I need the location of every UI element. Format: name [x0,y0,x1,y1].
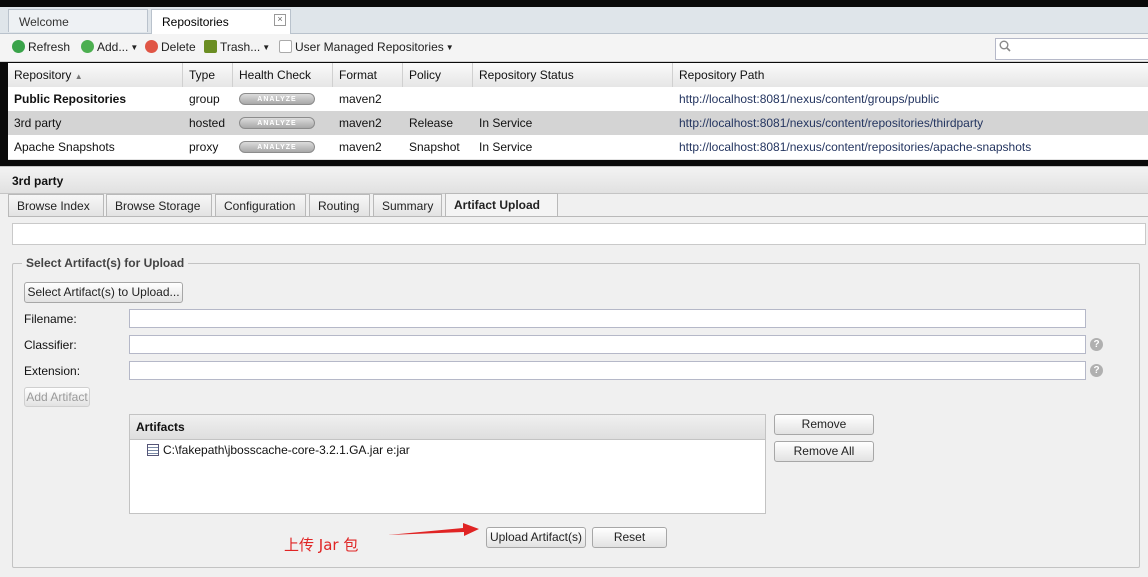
add-button[interactable]: Add... ▼ [81,40,138,54]
delete-icon [145,40,158,53]
column-header-repository-status[interactable]: Repository Status [473,63,673,87]
analyze-button[interactable]: ANALYZE [239,141,315,153]
analyze-button[interactable]: ANALYZE [239,93,315,105]
chevron-down-icon: ▼ [130,43,139,52]
column-header-repository-path[interactable]: Repository Path [673,63,1148,87]
repository-path-link[interactable]: http://localhost:8081/nexus/content/repo… [673,135,1031,159]
delete-label: Delete [161,40,196,54]
refresh-button[interactable]: Refresh [12,40,70,54]
delete-button[interactable]: Delete [145,40,196,54]
repository-format: maven2 [339,116,382,130]
tab-repositories-label: Repositories [162,15,229,29]
reset-button[interactable]: Reset [592,527,667,548]
repository-policy [403,87,409,111]
classifier-label: Classifier: [24,338,77,352]
search-icon [999,40,1011,52]
extension-field[interactable] [129,361,1086,380]
upload-artifacts-button[interactable]: Upload Artifact(s) [486,527,586,548]
remove-button[interactable]: Remove [774,414,874,435]
column-header-type[interactable]: Type [183,63,233,87]
refresh-label: Refresh [28,40,71,54]
repository-path-link[interactable]: http://localhost:8081/nexus/content/repo… [673,111,983,135]
repository-name: Public Repositories [14,92,127,106]
repository-type: hosted [189,116,226,130]
help-icon[interactable]: ? [1090,338,1103,351]
repository-name: Apache Snapshots [14,140,115,154]
table-row[interactable]: Public Repositories group ANALYZE maven2… [8,87,1148,112]
file-icon [147,444,159,456]
classifier-field[interactable] [129,335,1086,354]
chevron-down-icon: ▼ [262,43,271,52]
repository-icon [279,40,292,53]
trash-label: Trash... [220,40,261,54]
tab-repositories[interactable]: Repositories × [151,9,291,34]
table-row[interactable]: Apache Snapshots proxy ANALYZE maven2 Sn… [8,135,1148,160]
add-label: Add... [97,40,129,54]
column-header-repository[interactable]: Repository ▲ [8,63,183,87]
tab-summary[interactable]: Summary [373,194,442,216]
artifacts-list-panel: Artifacts C:\fakepath\jbosscache-core-3.… [129,414,766,514]
table-row[interactable]: 3rd party hosted ANALYZE maven2 Release … [8,111,1148,136]
repository-policy: Snapshot [409,140,460,154]
tab-configuration[interactable]: Configuration [215,194,306,216]
refresh-icon [12,40,25,53]
top-tab-bar: Welcome Repositories × [0,7,1148,34]
repository-type: proxy [189,140,219,154]
close-icon[interactable]: × [274,14,286,26]
repository-format: maven2 [339,92,382,106]
repository-policy: Release [409,116,454,130]
artifacts-header: Artifacts [130,415,765,440]
annotation-arrow-icon [388,523,479,536]
add-icon [81,40,94,53]
column-header-policy[interactable]: Policy [403,63,473,87]
list-item[interactable]: C:\fakepath\jbosscache-core-3.2.1.GA.jar… [147,443,410,457]
grid-header: Repository ▲ Type Health Check Format Po… [8,63,1148,88]
chevron-down-icon: ▼ [445,43,454,52]
artifacts-title: Artifacts [136,420,185,434]
upload-fieldset-legend: Select Artifact(s) for Upload [22,256,189,270]
detail-title-bar: 3rd party [0,166,1148,194]
trash-icon [204,40,217,53]
info-bar [12,223,1146,245]
annotation-text: 上传 Jar 包 [284,536,359,554]
repository-status: In Service [479,140,533,154]
column-header-format[interactable]: Format [333,63,403,87]
repository-toolbar: Refresh Add... ▼ Delete Trash... ▼ User Ma… [0,34,1148,62]
repository-grid: Repository ▲ Type Health Check Format Po… [8,63,1148,160]
detail-title: 3rd party [12,174,64,188]
repository-path-link[interactable]: http://localhost:8081/nexus/content/grou… [673,87,939,111]
tab-artifact-upload[interactable]: Artifact Upload [445,193,558,217]
artifact-path: C:\fakepath\jbosscache-core-3.2.1.GA.jar… [163,443,410,457]
repository-name: 3rd party [14,116,62,130]
repository-format: maven2 [339,140,382,154]
tab-routing[interactable]: Routing [309,194,370,216]
tab-welcome-label: Welcome [19,15,69,29]
user-managed-label: User Managed Repositories [295,40,444,54]
extension-label: Extension: [24,364,81,378]
help-icon[interactable]: ? [1090,364,1103,377]
user-managed-repositories-menu[interactable]: User Managed Repositories ▼ [279,40,454,54]
column-header-health-check[interactable]: Health Check [233,63,333,87]
remove-all-button[interactable]: Remove All [774,441,874,462]
add-artifact-button[interactable]: Add Artifact [24,387,90,407]
select-artifacts-button[interactable]: Select Artifact(s) to Upload... [24,282,183,303]
search-input[interactable] [995,38,1148,60]
repository-status [473,87,479,111]
filename-field[interactable] [129,309,1086,328]
repository-status: In Service [479,116,533,130]
repository-detail-panel: 3rd party Browse Index Browse Storage Co… [0,166,1148,577]
repository-type: group [189,92,220,106]
tab-welcome[interactable]: Welcome [8,9,148,32]
analyze-button[interactable]: ANALYZE [239,117,315,129]
trash-button[interactable]: Trash... ▼ [204,40,270,54]
tab-browse-index[interactable]: Browse Index [8,194,104,216]
tab-strip-divider [8,216,1148,217]
tab-browse-storage[interactable]: Browse Storage [106,194,212,216]
sort-asc-icon: ▲ [74,72,83,81]
filename-label: Filename: [24,312,77,326]
